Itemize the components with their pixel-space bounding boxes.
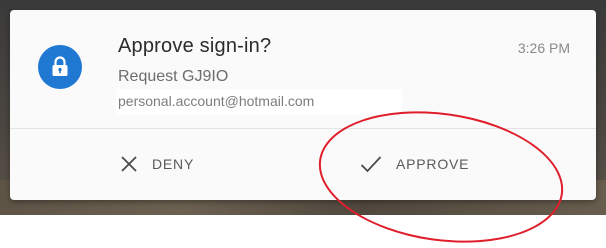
checkmark-icon <box>360 155 382 173</box>
action-divider <box>10 128 596 129</box>
deny-label: DENY <box>152 156 195 172</box>
account-email: personal.account@hotmail.com <box>116 89 402 115</box>
authenticator-app-icon <box>38 45 82 89</box>
approve-label: APPROVE <box>396 156 470 172</box>
sign-in-notification-card[interactable]: Approve sign-in? 3:26 PM Request GJ9IO p… <box>10 10 596 200</box>
request-code: Request GJ9IO <box>118 68 229 85</box>
notification-title: Approve sign-in? <box>118 35 272 57</box>
deny-button[interactable]: DENY <box>120 146 194 182</box>
lock-icon <box>52 56 68 76</box>
close-icon <box>120 155 138 173</box>
approve-button[interactable]: APPROVE <box>360 146 469 182</box>
notification-time: 3:26 PM <box>517 40 570 56</box>
